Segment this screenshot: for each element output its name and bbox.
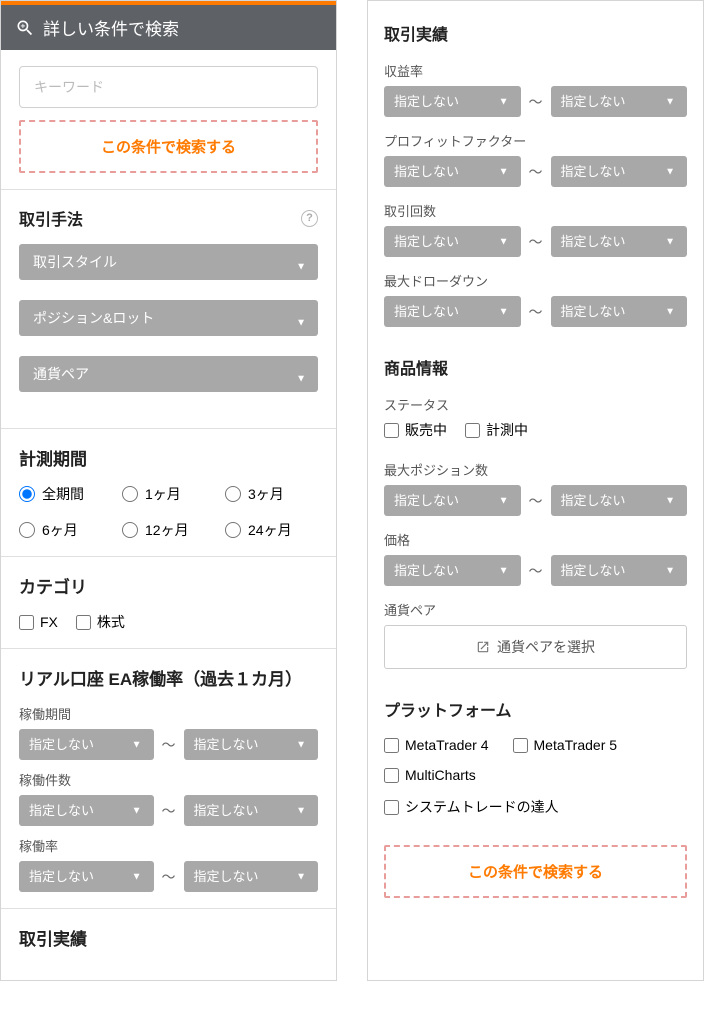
category-fx-checkbox[interactable]: FX — [19, 612, 58, 632]
operation-period-from[interactable]: 指定しない — [19, 729, 154, 760]
keyword-input[interactable] — [19, 66, 318, 108]
status-measuring-checkbox[interactable]: 計測中 — [465, 420, 528, 440]
status-label: ステータス — [384, 395, 687, 414]
profit-rate-from[interactable]: 指定しない — [384, 86, 521, 117]
operation-period-label: 稼働期間 — [19, 704, 318, 723]
category-title: カテゴリ — [19, 573, 318, 598]
position-lot-select[interactable]: ポジション&ロット — [19, 300, 318, 336]
trade-count-to[interactable]: 指定しない — [551, 226, 688, 257]
platform-title: プラットフォーム — [384, 697, 687, 721]
platform-mt4-checkbox[interactable]: MetaTrader 4 — [384, 737, 489, 753]
price-to[interactable]: 指定しない — [551, 555, 688, 586]
search-button-bottom[interactable]: この条件で検索する — [384, 845, 687, 898]
period-radio-12m[interactable]: 12ヶ月 — [122, 520, 215, 540]
trading-method-title: 取引手法 ? — [19, 206, 318, 230]
period-radio-6m[interactable]: 6ヶ月 — [19, 520, 112, 540]
max-position-label: 最大ポジション数 — [384, 460, 687, 479]
platform-mt5-checkbox[interactable]: MetaTrader 5 — [513, 737, 618, 753]
operation-rate-label: 稼働率 — [19, 836, 318, 855]
category-stock-checkbox[interactable]: 株式 — [76, 612, 125, 632]
max-position-to[interactable]: 指定しない — [551, 485, 688, 516]
period-radio-24m[interactable]: 24ヶ月 — [225, 520, 318, 540]
profit-factor-from[interactable]: 指定しない — [384, 156, 521, 187]
period-radio-all[interactable]: 全期間 — [19, 484, 112, 504]
platform-systemtrade-checkbox[interactable]: システムトレードの達人 — [384, 797, 687, 817]
magnify-plus-icon — [15, 18, 35, 38]
operation-count-to[interactable]: 指定しない — [184, 795, 319, 826]
operation-period-to[interactable]: 指定しない — [184, 729, 319, 760]
search-header: 詳しい条件で検索 — [1, 5, 336, 50]
operation-rate-to[interactable]: 指定しない — [184, 861, 319, 892]
tilde: ～ — [162, 867, 176, 887]
drawdown-to[interactable]: 指定しない — [551, 296, 688, 327]
drawdown-label: 最大ドローダウン — [384, 271, 687, 290]
pair-label: 通貨ペア — [384, 600, 687, 619]
trading-style-select[interactable]: 取引スタイル — [19, 244, 318, 280]
profit-rate-label: 収益率 — [384, 61, 687, 80]
external-link-icon — [476, 640, 490, 654]
trade-count-from[interactable]: 指定しない — [384, 226, 521, 257]
help-icon[interactable]: ? — [301, 210, 318, 227]
period-radio-1m[interactable]: 1ヶ月 — [122, 484, 215, 504]
status-selling-checkbox[interactable]: 販売中 — [384, 420, 447, 440]
search-button-top[interactable]: この条件で検索する — [19, 120, 318, 173]
drawdown-from[interactable]: 指定しない — [384, 296, 521, 327]
max-position-from[interactable]: 指定しない — [384, 485, 521, 516]
price-from[interactable]: 指定しない — [384, 555, 521, 586]
currency-pair-select[interactable]: 通貨ペア — [19, 356, 318, 392]
period-radio-3m[interactable]: 3ヶ月 — [225, 484, 318, 504]
platform-multicharts-checkbox[interactable]: MultiCharts — [384, 767, 687, 783]
product-info-title: 商品情報 — [384, 355, 687, 379]
select-pair-button[interactable]: 通貨ペアを選択 — [384, 625, 687, 669]
results-title-left: 取引実績 — [19, 925, 318, 950]
price-label: 価格 — [384, 530, 687, 549]
operation-count-from[interactable]: 指定しない — [19, 795, 154, 826]
period-title: 計測期間 — [19, 445, 318, 470]
profit-factor-label: プロフィットファクター — [384, 131, 687, 150]
profit-rate-to[interactable]: 指定しない — [551, 86, 688, 117]
header-title: 詳しい条件で検索 — [43, 15, 179, 40]
operation-rate-from[interactable]: 指定しない — [19, 861, 154, 892]
tilde: ～ — [162, 735, 176, 755]
results-title: 取引実績 — [384, 21, 687, 45]
tilde: ～ — [162, 801, 176, 821]
operation-count-label: 稼働件数 — [19, 770, 318, 789]
profit-factor-to[interactable]: 指定しない — [551, 156, 688, 187]
real-account-title: リアル口座 EA稼働率（過去１カ月） — [19, 665, 318, 690]
trade-count-label: 取引回数 — [384, 201, 687, 220]
